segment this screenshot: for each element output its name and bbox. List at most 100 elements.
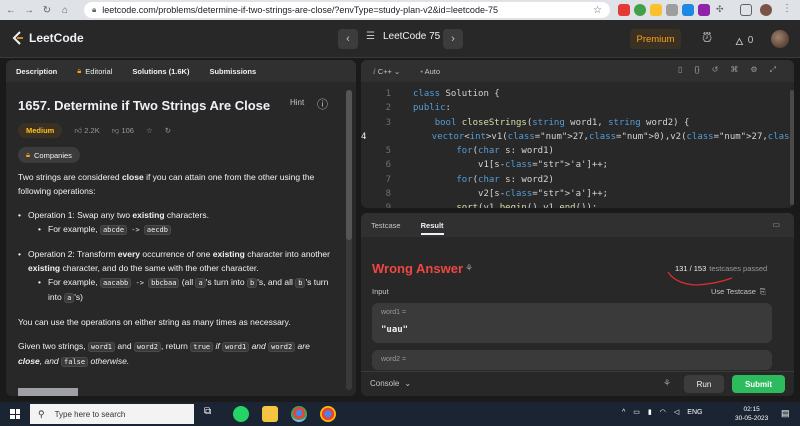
use-testcase-button[interactable]: Use Testcase ⎘ [711,287,766,297]
reload-icon[interactable]: ↻ [40,3,54,17]
dislike-button[interactable]: 👎︎ 106 [112,126,134,136]
windows-start-icon[interactable] [10,409,20,419]
run-button[interactable]: Run [684,375,724,393]
debug-icon[interactable]: ⚘ [663,378,671,389]
code-line[interactable]: 5 for(char s: word1) [361,144,794,158]
share-icon[interactable]: ↻ [165,126,171,135]
alarm-icon[interactable]: ⏰︎ [702,30,712,46]
code-line[interactable]: 3 bool closeStrings(string word1, string… [361,116,794,130]
wifi-icon[interactable]: ◠ [660,408,666,416]
study-plan-title[interactable]: ☰ LeetCode 75 [366,31,440,42]
code-area[interactable]: 1 class Solution {2 public: 3 bool closeStr… [361,87,794,208]
task-view-icon[interactable]: ⧉ [204,406,220,422]
chrome-icon[interactable] [291,406,307,422]
prev-problem-button[interactable]: ‹ [338,29,358,49]
premium-button[interactable]: Premium [630,29,681,49]
tab-testcase[interactable]: Testcase [371,221,401,230]
extension-icon[interactable] [634,4,646,16]
profile-avatar[interactable] [760,4,772,16]
scrollbar[interactable] [790,90,794,205]
companies-tag[interactable]: 🔒︎ Companies [18,147,80,163]
star-icon[interactable]: ☆ [146,126,153,135]
extension-icon[interactable] [682,4,694,16]
notification-icon[interactable]: ▤ [781,408,790,419]
code-line[interactable]: 4 vector<int>v1(class="num">27,class="nu… [361,130,794,144]
text: character, and do the same with the othe… [60,263,259,273]
like-button[interactable]: 👍︎ 2.2K [74,126,99,136]
kebab-menu-icon[interactable]: ⋮ [782,3,794,15]
text: Operation 1: Swap any two [28,210,133,220]
input-label: Input [372,287,389,296]
volume-icon[interactable]: ◁ [674,408,679,416]
autocomplete-mode[interactable]: • Auto [420,67,440,76]
file-explorer-icon[interactable] [262,406,278,422]
scrollbar[interactable] [346,90,352,390]
bookmark-star-icon[interactable]: ☆ [593,5,602,16]
forward-icon[interactable]: → [22,3,36,17]
inline-code: a [64,293,75,303]
shortcut-icon[interactable]: ⌘ [730,65,738,75]
text-bold: existing [132,210,165,220]
tab-description[interactable]: Description [16,67,57,76]
scrollbar-thumb[interactable] [346,90,352,240]
code-line[interactable]: 8 v2[s-class="str">'a']++; [361,187,794,201]
text: , and [39,356,62,366]
code-icon: ⅈ [373,66,376,76]
language-selector[interactable]: ⅈ C++ ⌄ [373,67,400,76]
fullscreen-icon[interactable]: ⤢ [770,65,776,75]
code-line[interactable]: 1 class Solution { [361,87,794,101]
home-icon[interactable]: ⌂ [58,3,72,17]
streak-counter[interactable]: 🜂 0 [735,30,753,51]
expand-icon[interactable]: ▭ [772,220,780,229]
avatar[interactable] [771,30,789,48]
text: (all [179,277,196,287]
tab-submissions[interactable]: Submissions [209,67,256,76]
code-text: class Solution { [413,89,500,99]
battery-icon[interactable]: ▮ [648,408,652,416]
tab-solutions[interactable]: Solutions (1.6K) [132,67,189,76]
code-text: bool closeStrings(string word1, string w… [434,117,690,128]
console-toggle[interactable]: Console ⌄ [370,379,411,388]
text-bold: close [18,356,40,366]
input-variable: word1 = "uau" [372,303,772,343]
hint-button[interactable]: Hint [290,98,304,107]
extension-icon[interactable] [666,4,678,16]
line-number: 9 [361,201,391,208]
code-text: for(char s: word2) [456,174,554,185]
whatsapp-icon[interactable] [233,406,249,422]
puzzle-icon[interactable]: ✣ [716,4,728,16]
bookmark-icon[interactable]: ▯ [678,65,682,75]
text: For example, [48,224,100,234]
settings-icon[interactable]: ⚙ [750,65,757,75]
tab-result[interactable]: Result [420,221,444,235]
network-icon[interactable]: ▭ [633,408,640,416]
tab-editorial[interactable]: 🔒︎ Editorial [77,66,112,76]
back-icon[interactable]: ← [4,3,18,17]
language-indicator[interactable]: ENG [687,409,702,416]
side-panel-icon[interactable] [740,4,752,16]
chevron-up-icon[interactable]: ^ [622,409,625,416]
thumbs-up-icon: 👍︎ [74,125,83,135]
code-line[interactable]: 2 public: [361,101,794,115]
clock[interactable]: 02:15 30-05-2023 [735,405,768,423]
submit-button[interactable]: Submit [732,375,785,393]
extension-icon[interactable] [650,4,662,16]
extension-icon[interactable] [698,4,710,16]
taskbar-search[interactable]: ⚲ Type here to search [30,404,194,424]
chrome-icon[interactable] [320,406,336,422]
info-icon[interactable]: ⓘ [317,96,328,112]
code-line[interactable]: 9 sort(v1.begin(),v1.end()); [361,201,794,208]
address-bar[interactable]: 🔒︎ leetcode.com/problems/determine-if-tw… [84,2,610,18]
braces-icon[interactable]: {} [694,65,699,75]
code-line[interactable]: 6 v1[s-class="str">'a']++; [361,158,794,172]
code-line[interactable]: 7 for(char s: word2) [361,173,794,187]
logo[interactable]: LeetCode [12,31,84,45]
bug-icon[interactable]: ⚘ [465,263,473,274]
inline-code: false [61,357,89,367]
next-problem-button[interactable]: › [443,29,463,49]
reset-icon[interactable]: ↺ [712,65,719,75]
clipboard-icon: ⎘ [759,287,766,296]
text-bold: close [121,172,144,182]
text: Operation 2: Transform [28,249,118,259]
extension-icon[interactable] [618,4,630,16]
